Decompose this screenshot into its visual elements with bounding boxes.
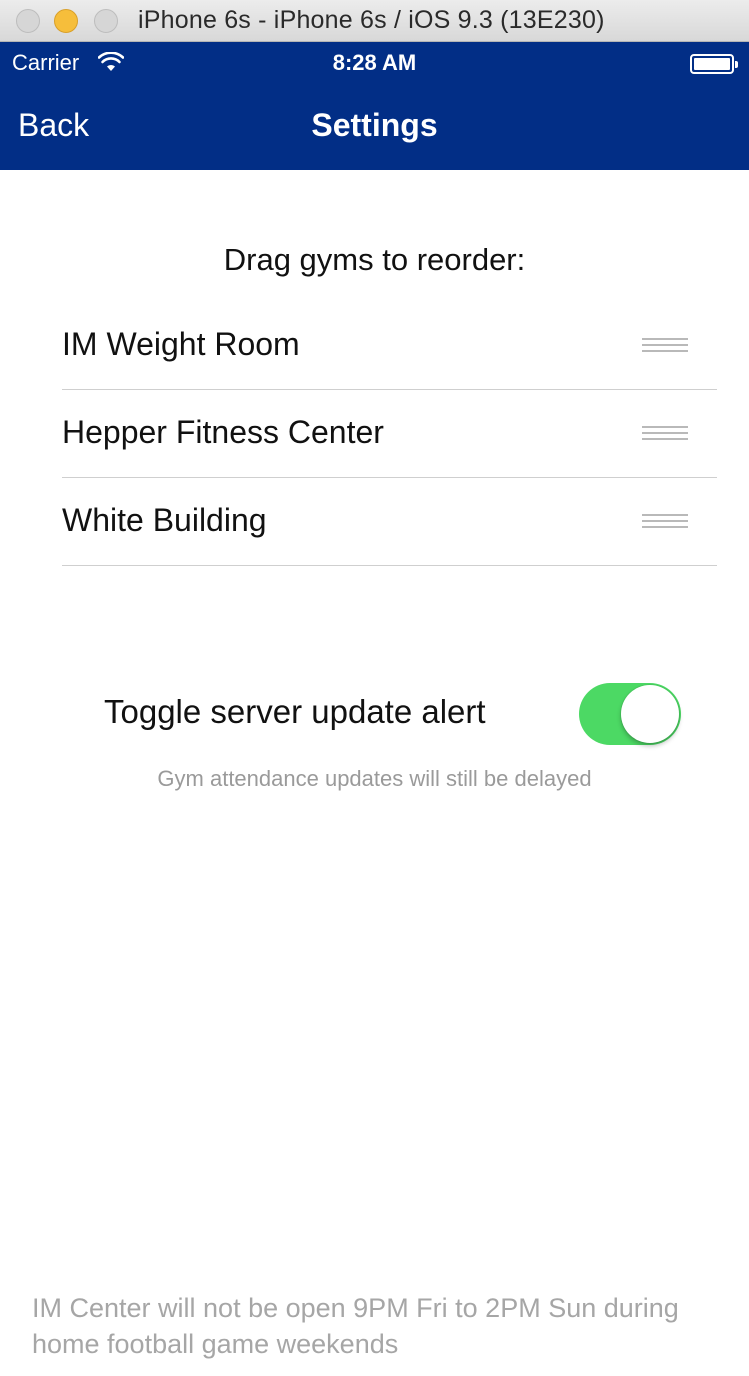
gym-name: Hepper Fitness Center (62, 414, 384, 450)
simulator-title-bar: iPhone 6s - iPhone 6s / iOS 9.3 (13E230) (0, 0, 749, 42)
window-title: iPhone 6s - iPhone 6s / iOS 9.3 (13E230) (138, 6, 605, 34)
status-bar: Carrier 8:28 AM (0, 42, 749, 82)
close-window-button[interactable] (16, 9, 40, 33)
navigation-bar: Back Settings (0, 82, 749, 170)
gym-row-hepper-fitness-center[interactable]: Hepper Fitness Center (62, 390, 717, 478)
server-alert-toggle[interactable] (579, 683, 681, 745)
minimize-window-button[interactable] (54, 9, 78, 33)
status-time: 8:28 AM (332, 50, 417, 75)
toggle-knob (621, 685, 679, 743)
gym-row-im-weight-room[interactable]: IM Weight Room (62, 302, 717, 390)
gym-name: White Building (62, 502, 267, 538)
battery-icon (690, 54, 738, 74)
drag-handle-icon[interactable] (642, 426, 688, 444)
server-alert-subtitle: Gym attendance updates will still be del… (157, 766, 592, 791)
closure-notice: IM Center will not be open 9PM Fri to 2P… (32, 1293, 679, 1359)
server-alert-toggle-label: Toggle server update alert (104, 693, 486, 730)
gyms-section-header: Drag gyms to reorder: (223, 242, 526, 277)
gym-name: IM Weight Room (62, 326, 300, 362)
gym-reorder-list: IM Weight Room Hepper Fitness Center Whi… (62, 302, 717, 566)
drag-handle-icon[interactable] (642, 338, 688, 356)
drag-handle-icon[interactable] (642, 514, 688, 532)
gym-row-white-building[interactable]: White Building (62, 478, 717, 566)
page-title: Settings (311, 107, 438, 143)
zoom-window-button[interactable] (94, 9, 118, 33)
